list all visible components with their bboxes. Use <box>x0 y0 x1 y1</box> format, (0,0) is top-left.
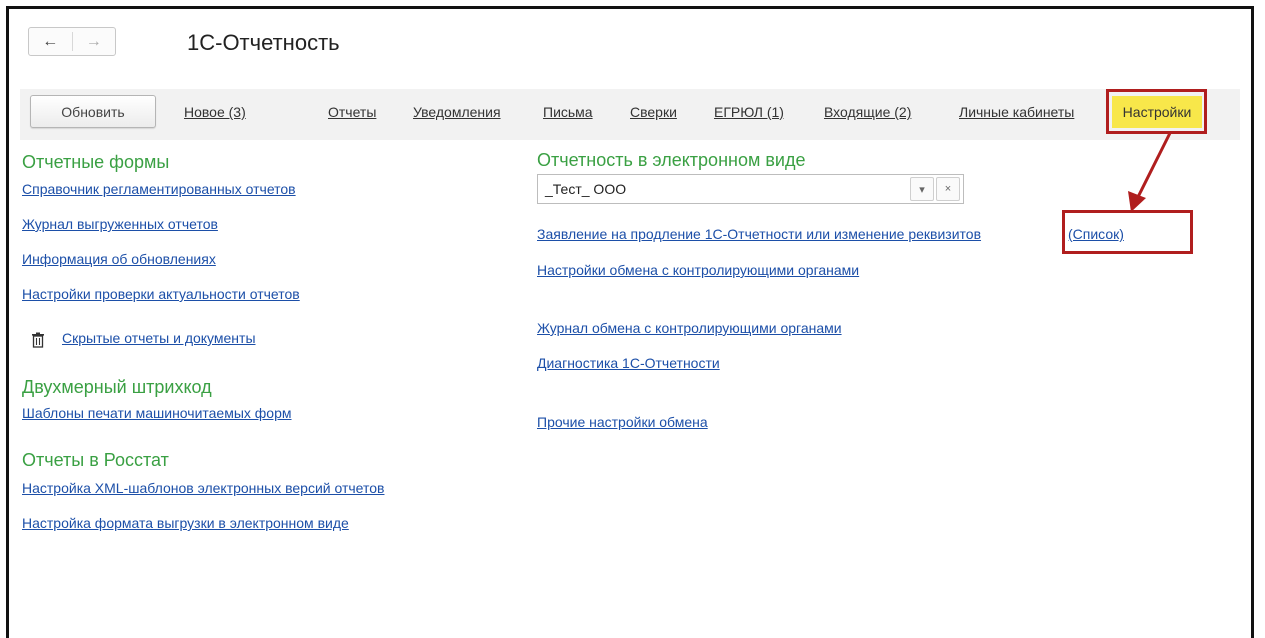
group-title-electronic: Отчетность в электронном виде <box>537 150 806 170</box>
link-xml-templates[interactable]: Настройка XML-шаблонов электронных верси… <box>22 480 384 496</box>
tab-new[interactable]: Новое (3) <box>184 104 246 120</box>
tab-notifications[interactable]: Уведомления <box>413 104 501 120</box>
group-title-rosstat: Отчеты в Росстат <box>22 450 169 470</box>
link-relevance-check-settings[interactable]: Настройки проверки актуальности отчетов <box>22 286 300 302</box>
link-print-templates[interactable]: Шаблоны печати машиночитаемых форм <box>22 405 292 421</box>
tab-letters[interactable]: Письма <box>543 104 593 120</box>
organization-select[interactable]: _Тест_ ООО ▾ × <box>537 174 964 204</box>
tab-incoming[interactable]: Входящие (2) <box>824 104 911 120</box>
link-renewal-application[interactable]: Заявление на продление 1С-Отчетности или… <box>537 226 981 242</box>
link-exported-reports-journal[interactable]: Журнал выгруженных отчетов <box>22 216 218 232</box>
link-hidden-reports[interactable]: Скрытые отчеты и документы <box>62 330 256 346</box>
history-nav: ← → <box>28 27 116 56</box>
back-button[interactable]: ← <box>29 28 72 55</box>
group-title-barcode: Двухмерный штрихкод <box>22 377 212 397</box>
link-other-exchange-settings[interactable]: Прочие настройки обмена <box>537 414 708 430</box>
trash-icon <box>32 332 44 348</box>
tab-personal-accounts[interactable]: Личные кабинеты <box>959 104 1074 120</box>
forward-button[interactable]: → <box>73 28 116 55</box>
link-diagnostics[interactable]: Диагностика 1С-Отчетности <box>537 355 720 371</box>
group-title-report-forms: Отчетные формы <box>22 152 170 172</box>
chevron-down-icon[interactable]: ▾ <box>910 177 934 201</box>
link-reports-directory[interactable]: Справочник регламентированных отчетов <box>22 181 296 197</box>
refresh-button[interactable]: Обновить <box>30 95 156 128</box>
tab-egrul[interactable]: ЕГРЮЛ (1) <box>714 104 784 120</box>
organization-value: _Тест_ ООО <box>545 181 627 197</box>
link-exchange-journal[interactable]: Журнал обмена с контролирующими органами <box>537 320 842 336</box>
tab-reconciliations[interactable]: Сверки <box>630 104 677 120</box>
link-update-info[interactable]: Информация об обновлениях <box>22 251 216 267</box>
tab-reports[interactable]: Отчеты <box>328 104 376 120</box>
link-exchange-settings[interactable]: Настройки обмена с контролирующими орган… <box>537 262 859 278</box>
clear-icon[interactable]: × <box>936 177 960 201</box>
link-export-format[interactable]: Настройка формата выгрузки в электронном… <box>22 515 349 531</box>
page-title: 1С-Отчетность <box>187 30 340 55</box>
list-highlight-frame <box>1062 210 1193 254</box>
settings-highlight-frame <box>1106 89 1207 134</box>
